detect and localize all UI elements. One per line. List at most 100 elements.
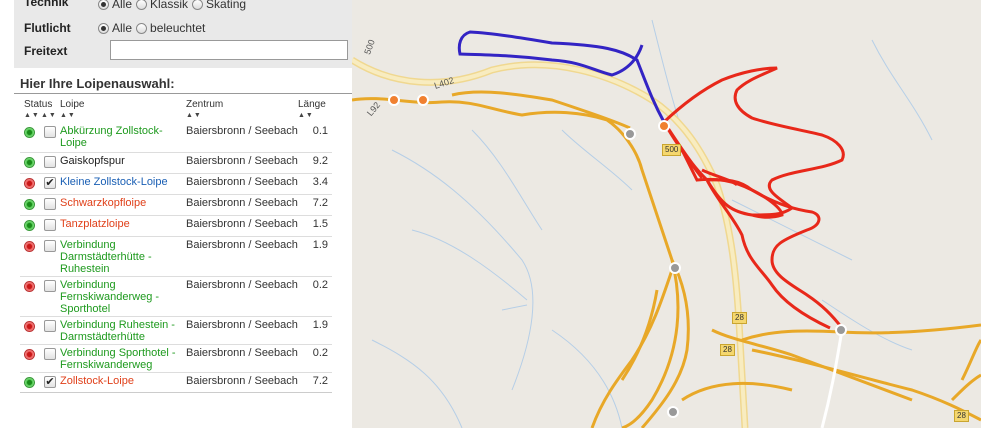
flutlicht-label: Flutlicht [24,21,71,35]
road-shield: 28 [732,312,747,324]
zentrum-cell: Baiersbronn / Seebach [186,279,298,291]
laenge-cell: 1.9 [312,239,328,251]
sort-arrows-status[interactable]: ▲▼ [24,112,40,119]
select-checkbox[interactable] [44,280,56,292]
marker-grey[interactable] [835,324,847,336]
column-header-loipe: Loipe [60,99,85,110]
laenge-cell: 7.2 [312,375,328,387]
column-header-laenge: Länge [298,99,326,110]
marker-grey[interactable] [667,406,679,418]
zentrum-cell: Baiersbronn / Seebach [186,197,298,209]
status-closed-icon [24,321,35,332]
select-checkbox[interactable] [44,219,56,231]
status-closed-icon [24,241,35,252]
technik-option-label: Skating [206,0,247,11]
loipe-name-link[interactable]: Gaiskopfspur [60,155,182,167]
technik-option-label: Alle [112,0,133,11]
loipe-name-link[interactable]: Abkürzung Zollstock-Loipe [60,125,182,149]
status-open-icon [24,199,35,210]
table-row[interactable]: Schwarzkopfloipe Baiersbronn / Seebach 7.2 [20,194,332,216]
divider [14,93,352,94]
loipe-name-link[interactable]: Verbindung Ruhestein - Darmstädterhütte [60,319,182,343]
table-row[interactable]: ✔ Zollstock-Loipe Baiersbronn / Seebach 7.2 [20,372,332,393]
technik-radio-skating[interactable] [192,0,204,10]
loipe-name-link[interactable]: Verbindung Darmstädterhütte - Ruhestein [60,239,182,275]
technik-option-label: Klassik [150,0,189,11]
laenge-cell: 1.5 [312,218,328,230]
technik-radio-klassik[interactable] [136,0,148,10]
select-checkbox[interactable] [44,240,56,252]
status-open-icon [24,157,35,168]
technik-options: Alle Klassik Skating [98,0,250,13]
loipe-name-link[interactable]: Schwarzkopfloipe [60,197,182,209]
select-checkbox[interactable] [44,348,56,360]
freitext-label: Freitext [24,44,68,58]
table-row[interactable]: Gaiskopfspur Baiersbronn / Seebach 9.2 [20,152,332,174]
laenge-cell: 0.1 [312,125,328,137]
roads [350,57,981,430]
flutlicht-radio-beleuchtet[interactable] [136,22,148,34]
loipe-name-link[interactable]: Verbindung Fernskiwanderweg - Sporthotel [60,279,182,315]
flutlicht-radio-alle[interactable] [98,22,109,34]
divider [20,392,332,393]
select-checkbox[interactable] [44,320,56,332]
loipe-name-link[interactable]: Kleine Zollstock-Loipe [60,176,182,188]
status-open-icon [24,127,35,138]
table-row[interactable]: Verbindung Darmstädterhütte - Ruhestein B… [20,236,332,277]
sort-arrows-loipe[interactable]: ▲▼ [60,112,76,119]
zentrum-cell: Baiersbronn / Seebach [186,155,298,167]
zentrum-cell: Baiersbronn / Seebach [186,176,298,188]
sort-arrows-laenge[interactable]: ▲▼ [298,112,314,119]
table-row[interactable]: Verbindung Fernskiwanderweg - Sporthotel… [20,276,332,317]
table-row[interactable]: Verbindung Sporthotel - Fernskiwanderweg… [20,344,332,373]
table-row[interactable]: Verbindung Ruhestein - Darmstädterhütte B… [20,316,332,345]
marker-grey[interactable] [669,262,681,274]
loipe-name-link[interactable]: Zollstock-Loipe [60,375,182,387]
flutlicht-options: Alle beleuchtet [98,19,209,37]
flutlicht-option-label: beleuchtet [150,21,206,35]
status-closed-icon [24,349,35,360]
laenge-cell: 3.4 [312,176,328,188]
marker-orange[interactable] [658,120,670,132]
technik-radio-alle[interactable] [98,0,109,10]
zentrum-cell: Baiersbronn / Seebach [186,239,298,251]
map-view[interactable]: L402 L92 500 500 28 28 28 [350,0,981,430]
select-checkbox[interactable] [44,156,56,168]
marker-orange[interactable] [417,94,429,106]
column-header-zentrum: Zentrum [186,99,224,110]
marker-grey[interactable] [624,128,636,140]
road-shield: 500 [662,144,682,156]
laenge-cell: 0.2 [312,347,328,359]
left-panel: Technik Alle Klassik Skating Flutlicht A… [0,0,352,428]
sort-arrows-zentrum[interactable]: ▲▼ [186,112,202,119]
map-canvas[interactable] [350,0,981,430]
marker-orange[interactable] [388,94,400,106]
zentrum-cell: Baiersbronn / Seebach [186,347,298,359]
technik-label: Technik [24,0,69,9]
route-markers[interactable] [388,94,847,418]
selection-title: Hier Ihre Loipenauswahl: [20,76,175,91]
table-row[interactable]: Tanzplatzloipe Baiersbronn / Seebach 1.5 [20,215,332,237]
loipe-name-link[interactable]: Verbindung Sporthotel - Fernskiwanderweg [60,347,182,371]
zentrum-cell: Baiersbronn / Seebach [186,218,298,230]
laenge-cell: 9.2 [312,155,328,167]
select-checkbox[interactable] [44,198,56,210]
laenge-cell: 7.2 [312,197,328,209]
table-row[interactable]: ✔ Kleine Zollstock-Loipe Baiersbronn / See… [20,173,332,195]
road-shield: 28 [720,344,735,356]
route-red [662,66,845,330]
laenge-cell: 1.9 [312,319,328,331]
select-checkbox[interactable]: ✔ [44,376,56,388]
table-row[interactable]: Abkürzung Zollstock-Loipe Baiersbronn / S… [20,122,332,153]
status-open-icon [24,220,35,231]
sort-arrows-status-2[interactable]: ▲▼ [41,112,57,119]
flutlicht-option-label: Alle [112,21,133,35]
select-checkbox[interactable] [44,126,56,138]
freitext-input[interactable] [110,40,348,60]
loipe-name-link[interactable]: Tanzplatzloipe [60,218,182,230]
zentrum-cell: Baiersbronn / Seebach [186,375,298,387]
road-shield: 28 [954,410,969,422]
select-checkbox[interactable]: ✔ [44,177,56,189]
zentrum-cell: Baiersbronn / Seebach [186,125,298,137]
status-open-icon [24,377,35,388]
